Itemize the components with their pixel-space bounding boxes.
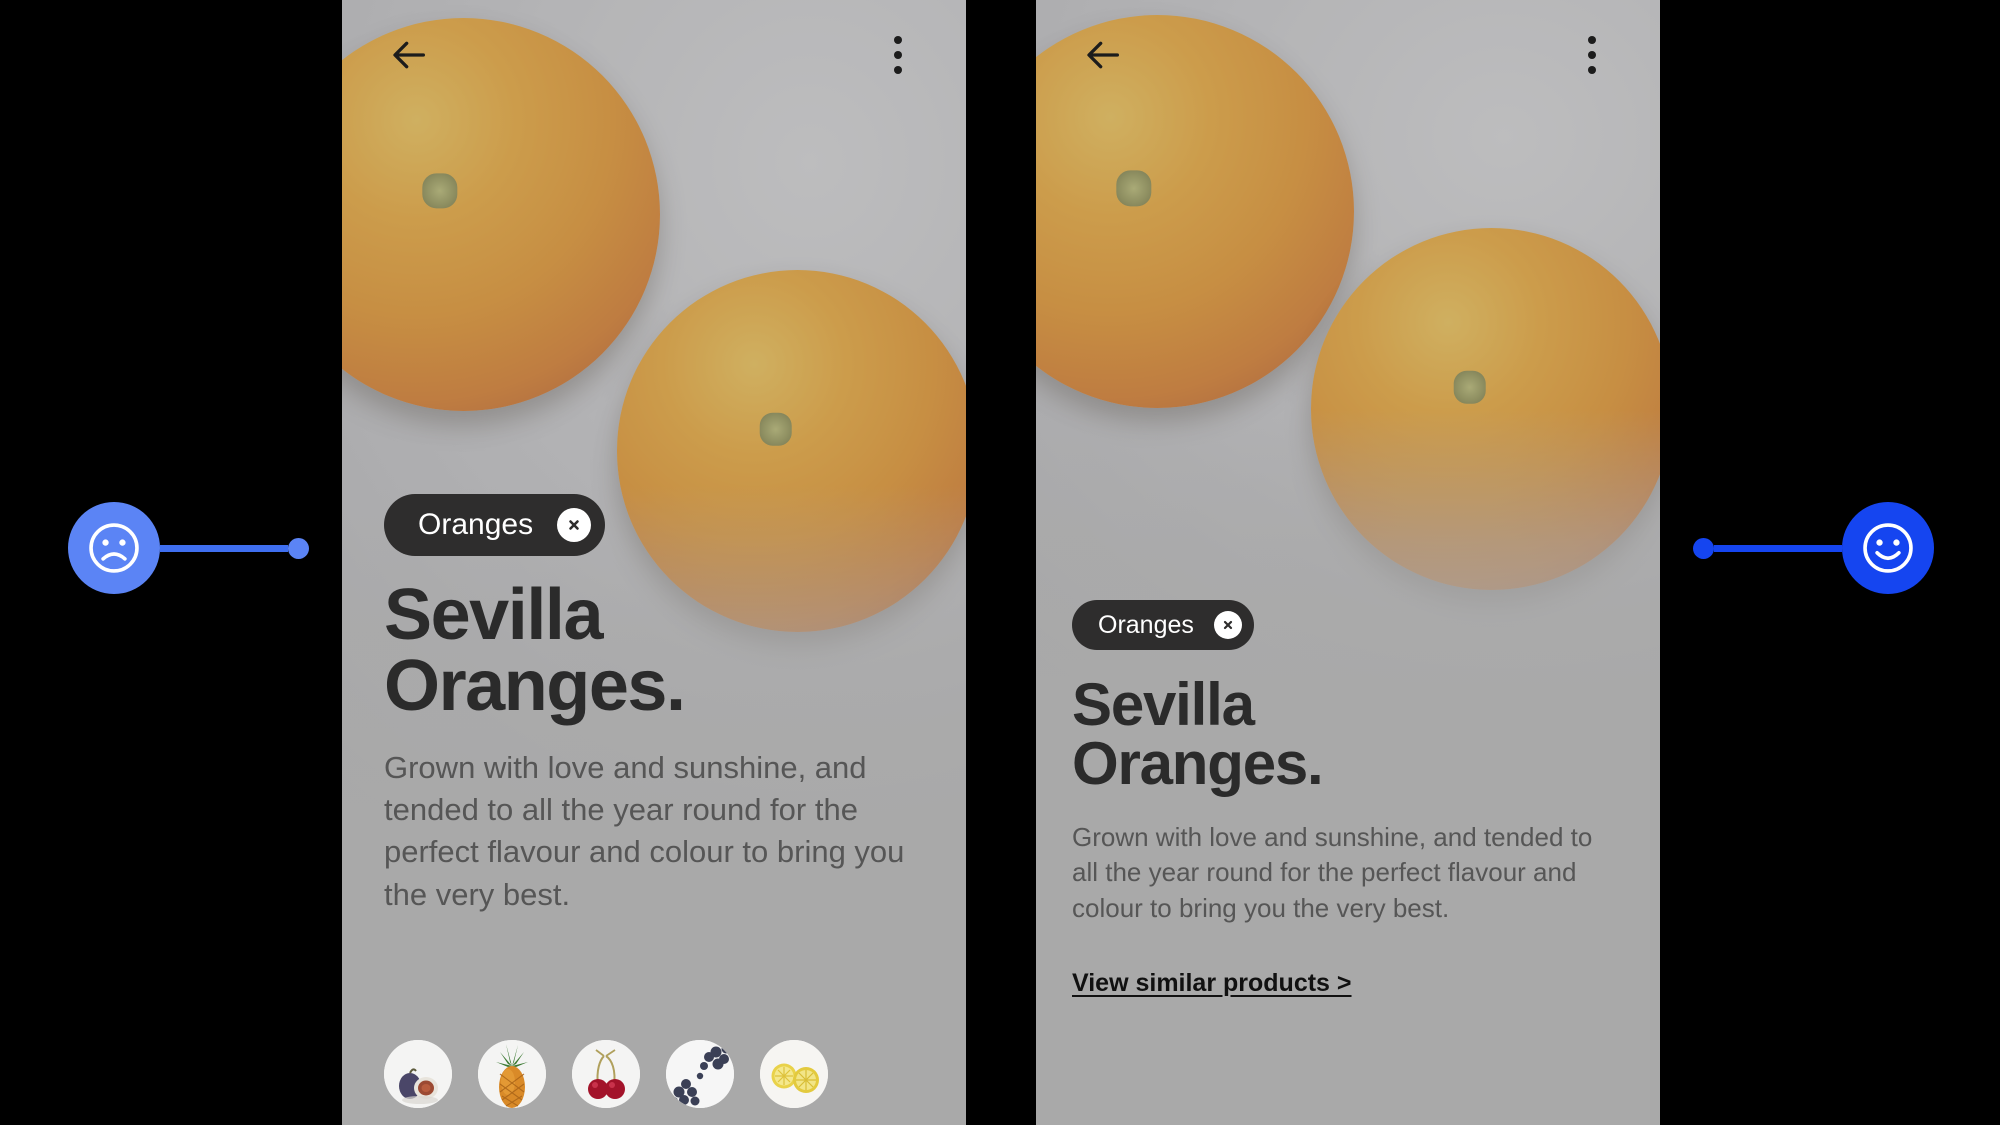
- phone-panel-left: Oranges Sevilla Oranges. Grown with love…: [342, 0, 966, 1125]
- product-description: Grown with love and sunshine, and tended…: [1072, 821, 1593, 924]
- phone-panel-right: Oranges Sevilla Oranges. Grown with love…: [1036, 0, 1660, 1125]
- kebab-menu-icon: [1588, 36, 1596, 74]
- top-bar-left: [342, 0, 966, 110]
- product-description: Grown with love and sunshine, and tended…: [384, 750, 905, 912]
- sad-face-badge[interactable]: [68, 502, 160, 594]
- close-x-icon[interactable]: [1213, 611, 1242, 639]
- headline-line-2: Oranges.: [384, 645, 686, 726]
- sad-face-icon: [85, 519, 143, 577]
- filter-chip-oranges[interactable]: Oranges: [1072, 600, 1254, 650]
- close-x-icon[interactable]: [557, 508, 592, 542]
- chip-label: Oranges: [1098, 610, 1194, 639]
- lemon-halves-thumbnail[interactable]: [760, 1040, 828, 1108]
- filter-chip-oranges[interactable]: Oranges: [384, 494, 606, 556]
- arrow-left-icon: [1084, 35, 1124, 75]
- happy-face-badge[interactable]: [1842, 502, 1934, 594]
- figs-thumbnail[interactable]: [384, 1040, 452, 1108]
- marker-connector-sad: [160, 537, 309, 559]
- headline-line-2: Oranges.: [1072, 729, 1324, 797]
- connector-line: [160, 544, 288, 552]
- view-similar-products-link[interactable]: View similar products >: [1072, 969, 1352, 998]
- pineapple-thumbnail[interactable]: [478, 1040, 546, 1108]
- page-title: Sevilla Oranges.: [384, 579, 924, 722]
- panel-content-left: Oranges Sevilla Oranges. Grown with love…: [342, 494, 966, 916]
- cherries-thumbnail[interactable]: [572, 1040, 640, 1108]
- panel-content-right: Oranges Sevilla Oranges. Grown with love…: [1036, 600, 1660, 998]
- chip-label: Oranges: [418, 508, 534, 541]
- connector-line: [1714, 544, 1842, 552]
- connector-endpoint-dot: [288, 537, 309, 559]
- arrow-left-icon: [390, 35, 430, 75]
- back-button[interactable]: [384, 29, 436, 81]
- back-button[interactable]: [1078, 29, 1130, 81]
- overflow-menu-button[interactable]: [1566, 29, 1618, 81]
- page-title: Sevilla Oranges.: [1072, 675, 1624, 797]
- connector-endpoint-dot: [1693, 537, 1714, 559]
- rating-marker-sad[interactable]: [68, 502, 309, 594]
- happy-face-icon: [1859, 519, 1917, 577]
- overflow-menu-button[interactable]: [872, 29, 924, 81]
- marker-connector-happy: [1693, 537, 1842, 559]
- related-thumbnail-row-left: [384, 1040, 828, 1108]
- rating-marker-happy[interactable]: [1693, 502, 1934, 594]
- blueberries-thumbnail[interactable]: [666, 1040, 734, 1108]
- top-bar-right: [1036, 0, 1660, 110]
- kebab-menu-icon: [894, 36, 902, 74]
- headline-line-1: Sevilla: [384, 575, 604, 655]
- headline-line-1: Sevilla: [1072, 671, 1255, 738]
